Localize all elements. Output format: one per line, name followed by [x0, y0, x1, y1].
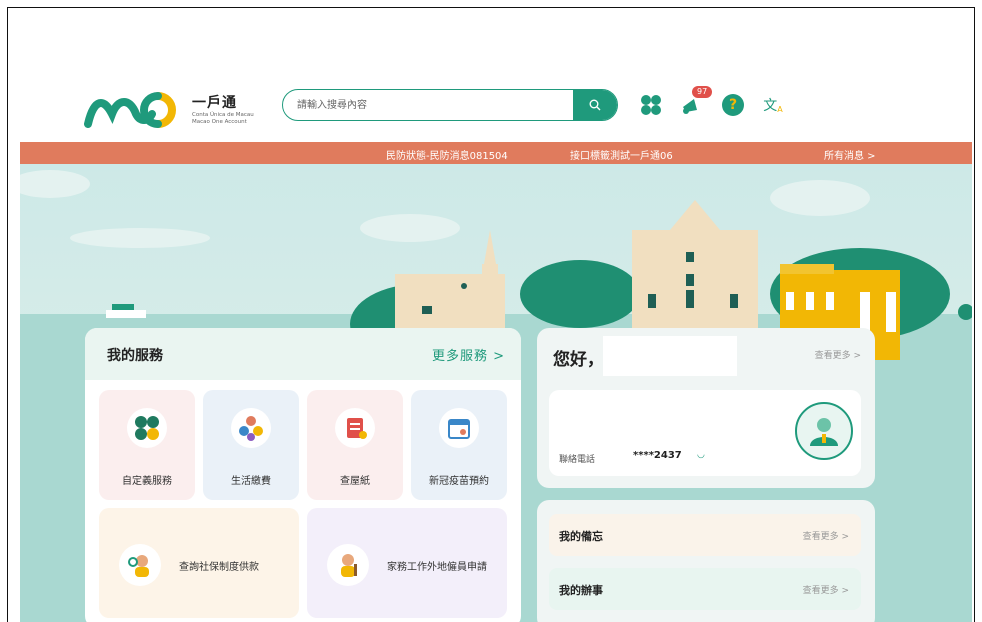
domestic-worker-icon — [327, 544, 369, 586]
tasks-more-link[interactable]: 查看更多 > — [803, 583, 849, 596]
memo-title: 我的備忘 — [559, 530, 603, 543]
language-button[interactable]: 文 A — [760, 92, 786, 118]
search-icon — [589, 99, 601, 111]
service-tile-label: 查詢社保制度供款 — [179, 562, 259, 573]
more-services-link[interactable]: 更多服務 > — [432, 345, 505, 364]
notice-bar: 民防狀態-民防消息081504 接口標籤測試一戶通06 所有消息 > — [20, 142, 972, 164]
notification-badge: 97 — [692, 86, 713, 98]
macao-one-account-logo-icon — [84, 92, 176, 128]
greeting-text: 您好， — [553, 350, 604, 370]
phone-label: 聯絡電話 — [559, 455, 596, 465]
memo-row[interactable]: 我的備忘 查看更多 > — [549, 514, 861, 556]
greeting-card: 您好， 查看更多 > 聯絡電話 ****2437 ◡ — [537, 328, 875, 488]
help-button[interactable]: ? — [720, 92, 746, 118]
service-tile-utilities[interactable]: 生活繳費 — [203, 390, 299, 500]
search-button[interactable] — [573, 90, 617, 120]
clover-icon — [127, 408, 167, 448]
profile-panel: 聯絡電話 ****2437 ◡ — [549, 390, 861, 476]
service-tile-custom[interactable]: 自定義服務 — [99, 390, 195, 500]
service-tile-domestic-worker[interactable]: 家務工作外地僱員申請 — [307, 508, 507, 618]
user-avatar-icon — [810, 418, 838, 446]
service-tile-label: 生活繳費 — [231, 476, 271, 487]
service-tile-label: 查屋紙 — [340, 476, 370, 487]
language-icon: 文 — [763, 98, 778, 114]
help-icon: ? — [722, 94, 744, 116]
tasks-row[interactable]: 我的辦事 查看更多 > — [549, 568, 861, 610]
logo-subtitle-pt: Conta Única de Macau — [192, 112, 254, 118]
social-security-icon — [119, 544, 161, 586]
property-document-icon — [335, 408, 375, 448]
service-tile-label: 新冠疫苗預約 — [429, 476, 489, 487]
my-services-card: 我的服務 更多服務 > 自定義服務 生活繳費 查屋紙 新冠疫苗預約 查詢社保制度… — [85, 328, 521, 622]
show-phone-eye-icon[interactable]: ◡ — [697, 450, 705, 460]
service-tile-label: 家務工作外地僱員申請 — [387, 562, 487, 573]
notice-item-2[interactable]: 接口標籤測試一戶通06 — [570, 147, 673, 162]
header: 一戶通 Conta Única de Macau Macao One Accou… — [84, 82, 884, 132]
greeting-more-link[interactable]: 查看更多 > — [815, 348, 861, 361]
search-box — [282, 89, 618, 121]
user-name-redacted — [603, 336, 737, 376]
service-tile-label: 自定義服務 — [122, 476, 172, 487]
calendar-icon — [439, 408, 479, 448]
language-sub-icon: A — [777, 104, 783, 114]
phone-value: ****2437 — [633, 450, 682, 461]
logo[interactable]: 一戶通 Conta Única de Macau Macao One Accou… — [84, 88, 264, 130]
my-services-header: 我的服務 更多服務 > — [85, 328, 521, 380]
search-input[interactable] — [297, 96, 567, 114]
service-tile-property[interactable]: 查屋紙 — [307, 390, 403, 500]
all-messages-link[interactable]: 所有消息 > — [824, 147, 876, 162]
avatar[interactable] — [795, 402, 853, 460]
clover-icon — [641, 95, 661, 115]
logo-title: 一戶通 — [192, 95, 237, 111]
notification-button[interactable]: 97 — [678, 86, 713, 118]
memo-more-link[interactable]: 查看更多 > — [803, 529, 849, 542]
logo-text: 一戶通 Conta Única de Macau Macao One Accou… — [192, 92, 254, 126]
logo-subtitle-en: Macao One Account — [192, 119, 247, 125]
service-tile-social-security[interactable]: 查詢社保制度供款 — [99, 508, 299, 618]
notice-item-1[interactable]: 民防狀態-民防消息081504 — [386, 147, 508, 162]
services-grid-button[interactable] — [638, 92, 664, 118]
service-tile-vaccine[interactable]: 新冠疫苗預約 — [411, 390, 507, 500]
memo-tasks-card: 我的備忘 查看更多 > 我的辦事 查看更多 > — [537, 500, 875, 622]
my-services-title: 我的服務 — [107, 348, 163, 364]
tasks-title: 我的辦事 — [559, 584, 603, 597]
utilities-icon — [231, 408, 271, 448]
